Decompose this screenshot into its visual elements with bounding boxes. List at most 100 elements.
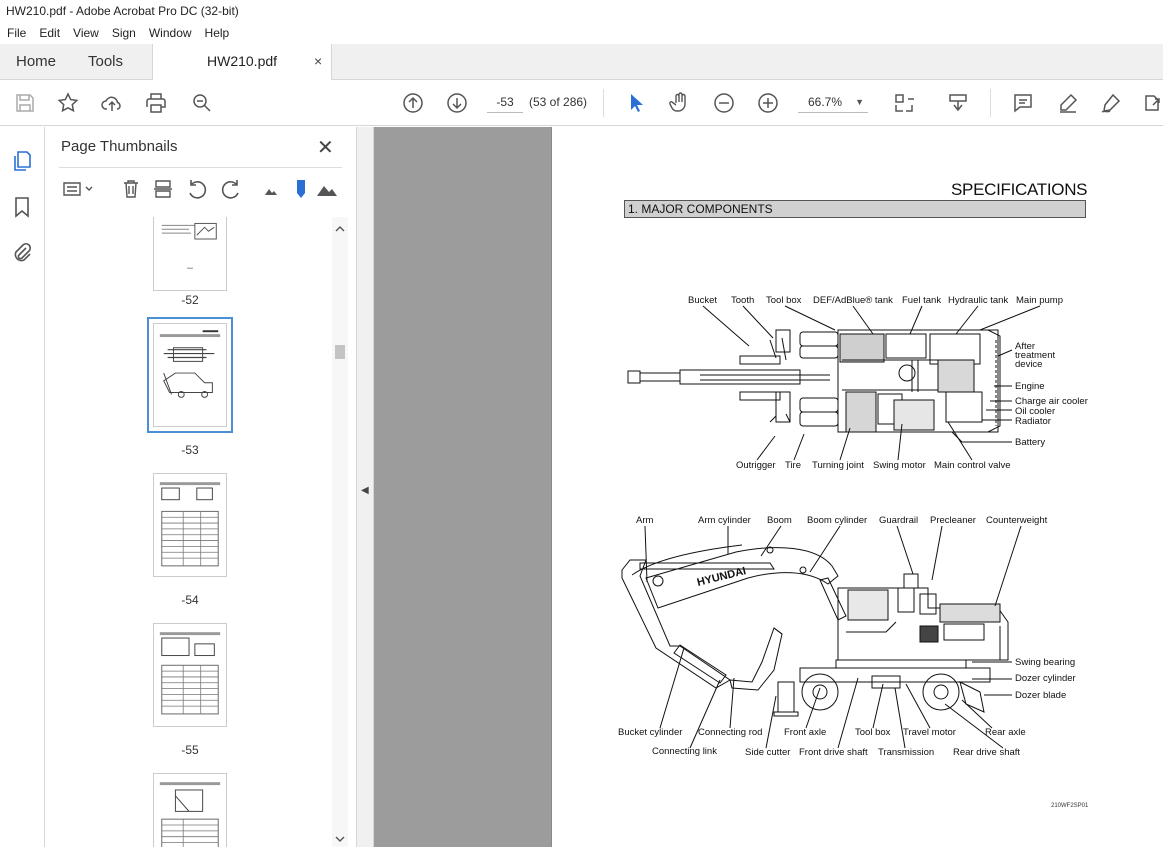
label-main-pump: Main pump bbox=[1016, 295, 1063, 306]
thumbnail-options-icon[interactable] bbox=[61, 177, 95, 201]
thumbnail-page[interactable] bbox=[153, 623, 227, 727]
tab-bar: Home Tools HW210.pdf × bbox=[0, 44, 1163, 81]
tab-document-label: HW210.pdf bbox=[207, 53, 278, 69]
thumbnails-panel: Page Thumbnails ✕ -52 -53 -54 -55 bbox=[45, 127, 357, 847]
label-main-control-valve: Main control valve bbox=[934, 460, 1011, 471]
select-cursor-icon[interactable] bbox=[624, 91, 648, 115]
label-swing-bearing: Swing bearing bbox=[1015, 657, 1076, 668]
next-page-icon[interactable] bbox=[445, 91, 469, 115]
close-icon[interactable]: ✕ bbox=[317, 135, 334, 160]
fit-page-icon[interactable] bbox=[892, 91, 916, 115]
scroll-down-icon bbox=[335, 836, 345, 842]
share-icon[interactable] bbox=[1141, 91, 1163, 115]
label-connecting-link: Connecting link bbox=[652, 746, 717, 757]
thumbnail-label: -55 bbox=[181, 743, 199, 757]
thumbnail-page[interactable] bbox=[153, 773, 227, 847]
page-count: (53 of 286) bbox=[529, 95, 588, 109]
thumbnail-list: -52 -53 -54 -55 bbox=[45, 217, 335, 847]
label-rear-axle: Rear axle bbox=[985, 727, 1026, 738]
menu-help[interactable]: Help bbox=[198, 22, 236, 44]
highlight-pen-icon[interactable] bbox=[1056, 91, 1080, 115]
thumbnail-label: -53 bbox=[181, 443, 199, 457]
label-after-treatment-3: device bbox=[1015, 359, 1043, 370]
delete-page-icon[interactable] bbox=[119, 177, 143, 201]
extract-page-icon[interactable] bbox=[151, 177, 175, 201]
label-boom: Boom bbox=[767, 515, 792, 526]
chevron-down-icon: ▼ bbox=[855, 97, 864, 107]
toolbar-divider-2 bbox=[990, 89, 991, 117]
panel-splitter[interactable]: ◀ bbox=[357, 127, 374, 847]
label-arm-cylinder: Arm cylinder bbox=[698, 515, 751, 526]
left-rail bbox=[0, 127, 45, 847]
thumbnail-scrollbar[interactable] bbox=[332, 217, 348, 847]
menu-view[interactable]: View bbox=[66, 22, 105, 44]
menu-file[interactable]: File bbox=[0, 22, 32, 44]
hand-tool-icon[interactable] bbox=[668, 91, 692, 115]
zoom-select[interactable]: 66.7% ▼ bbox=[798, 91, 868, 113]
rotate-clockwise-icon[interactable] bbox=[219, 177, 243, 201]
thumbnail-label: -54 bbox=[181, 593, 199, 607]
figure-id: 210WF2SP01 bbox=[1051, 803, 1089, 809]
label-outrigger: Outrigger bbox=[736, 460, 776, 471]
menu-edit[interactable]: Edit bbox=[32, 22, 66, 44]
section-heading: 1. MAJOR COMPONENTS bbox=[624, 200, 1086, 218]
menu-sign[interactable]: Sign bbox=[105, 22, 142, 44]
page-number-input[interactable] bbox=[487, 91, 523, 113]
menu-window[interactable]: Window bbox=[142, 22, 198, 44]
comment-icon[interactable] bbox=[1011, 91, 1035, 115]
scroll-up-icon bbox=[335, 226, 345, 232]
toolbar-divider bbox=[603, 89, 604, 117]
tab-close-icon[interactable]: × bbox=[314, 44, 322, 78]
label-dozer-blade: Dozer blade bbox=[1015, 690, 1067, 701]
label-arm: Arm bbox=[636, 515, 654, 526]
panel-divider bbox=[59, 167, 342, 168]
zoom-in-icon[interactable] bbox=[756, 91, 780, 115]
label-bucket: Bucket bbox=[688, 295, 718, 306]
label-guardrail: Guardrail bbox=[879, 515, 919, 526]
label-battery: Battery bbox=[1015, 437, 1046, 448]
thumbnail-page[interactable] bbox=[153, 217, 227, 291]
previous-page-icon[interactable] bbox=[401, 91, 425, 115]
thumbnail-page-selected[interactable] bbox=[147, 317, 233, 433]
pdf-page bbox=[551, 127, 1163, 847]
label-dozer-cylinder: Dozer cylinder bbox=[1015, 673, 1076, 684]
small-thumbnail-icon[interactable] bbox=[259, 177, 283, 201]
zoom-out-icon[interactable] bbox=[712, 91, 736, 115]
menu-bar: File Edit View Sign Window Help bbox=[0, 22, 1163, 44]
scrollbar-thumb[interactable] bbox=[335, 345, 345, 359]
label-turning-joint: Turning joint bbox=[812, 460, 864, 471]
tab-tools[interactable]: Tools bbox=[88, 44, 123, 80]
label-front-axle: Front axle bbox=[784, 727, 827, 738]
label-def-tank: DEF/AdBlue® tank bbox=[813, 295, 893, 306]
label-bucket-cylinder: Bucket cylinder bbox=[618, 727, 683, 738]
page-thumbnails-icon[interactable] bbox=[10, 149, 34, 173]
label-swing-motor: Swing motor bbox=[873, 460, 926, 471]
thumbnail-label: -52 bbox=[181, 293, 199, 307]
large-thumbnail-icon[interactable] bbox=[315, 177, 339, 201]
page-heading: SPECIFICATIONS bbox=[951, 180, 1088, 199]
window-title: HW210.pdf - Adobe Acrobat Pro DC (32-bit… bbox=[0, 0, 1163, 22]
thumbnail-page[interactable] bbox=[153, 473, 227, 577]
print-icon[interactable] bbox=[144, 91, 168, 115]
thumbnail-size-slider[interactable] bbox=[289, 177, 313, 201]
label-radiator: Radiator bbox=[1015, 416, 1051, 427]
label-hydraulic-tank: Hydraulic tank bbox=[948, 295, 1009, 306]
label-precleaner: Precleaner bbox=[930, 515, 976, 526]
label-counterweight: Counterweight bbox=[986, 515, 1048, 526]
attachments-icon[interactable] bbox=[10, 241, 34, 265]
scroll-mode-icon[interactable] bbox=[946, 91, 970, 115]
tab-document[interactable]: HW210.pdf × bbox=[152, 44, 332, 81]
rotate-counterclockwise-icon[interactable] bbox=[185, 177, 209, 201]
bookmark-star-icon[interactable] bbox=[56, 91, 80, 115]
save-icon[interactable] bbox=[13, 91, 37, 115]
sign-pen-icon[interactable] bbox=[1099, 91, 1123, 115]
bookmarks-icon[interactable] bbox=[10, 195, 34, 219]
label-boom-cylinder: Boom cylinder bbox=[807, 515, 868, 526]
upload-cloud-icon[interactable] bbox=[100, 91, 124, 115]
tab-home[interactable]: Home bbox=[16, 44, 56, 80]
label-rear-drive-shaft: Rear drive shaft bbox=[953, 747, 1021, 758]
label-engine: Engine bbox=[1015, 381, 1045, 392]
collapse-panel-icon[interactable]: ◀ bbox=[361, 485, 369, 496]
zoom-search-icon[interactable] bbox=[190, 91, 214, 115]
label-side-cutter: Side cutter bbox=[745, 747, 791, 758]
